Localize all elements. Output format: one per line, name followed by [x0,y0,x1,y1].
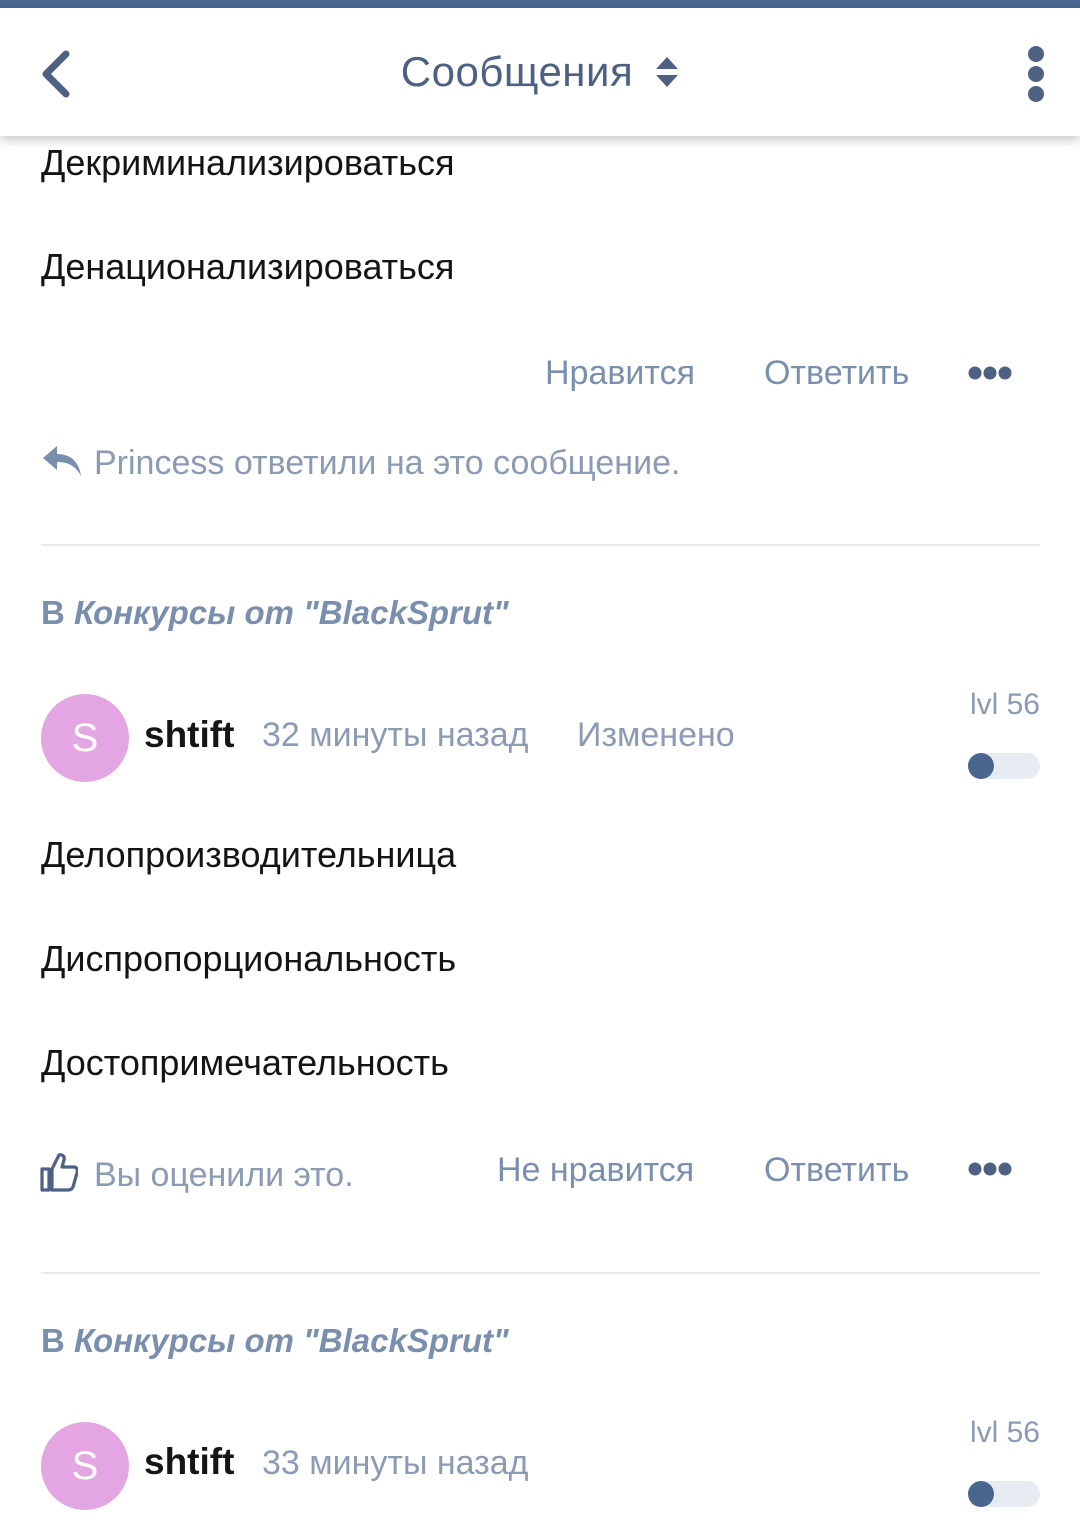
reply-note-link[interactable]: Princess ответили на это сообщение. [94,444,680,483]
section-prefix: В [41,594,65,631]
divider [41,544,1040,546]
post-text-line: Декриминализироваться [41,142,455,183]
page-title[interactable]: Сообщения [401,48,633,96]
avatar[interactable]: S [41,694,129,782]
divider [41,1272,1040,1274]
more-horizontal-icon[interactable] [968,366,1012,380]
reply-button[interactable]: Ответить [764,1151,909,1190]
section-link[interactable]: В Конкурсы от "BlackSprut" [41,1322,509,1360]
username-link[interactable]: shtift [144,714,234,756]
section-prefix: В [41,1322,65,1359]
status-accent-strip [0,0,1080,8]
username-link[interactable]: shtift [144,1441,234,1483]
post-text-line: Делопроизводительница [41,834,457,875]
overflow-menu-button[interactable] [1016,44,1056,104]
level-progress-fill [968,753,994,779]
rated-note: Вы оценили это. [94,1156,354,1194]
thumbs-up-icon [40,1152,79,1192]
unlike-button[interactable]: Не нравится [497,1151,694,1190]
reply-button[interactable]: Ответить [764,354,909,393]
post-text-line: Достопримечательность [41,1042,449,1083]
level-progress-fill [968,1481,994,1507]
message-feed[interactable]: Декриминализироваться Денационализироват… [0,136,1080,1526]
edited-label[interactable]: Изменено [577,716,735,755]
like-button[interactable]: Нравится [545,354,695,393]
level-label: lvl 56 [969,688,1040,721]
level-progress-bar [968,753,1040,779]
level-label: lvl 56 [969,1416,1040,1449]
more-horizontal-icon[interactable] [968,1162,1012,1176]
post-text-line: Диспропорциональность [41,938,457,979]
post-text-line: Денационализироваться [41,246,455,287]
avatar[interactable]: S [41,1422,129,1510]
vertical-dots-icon [1028,46,1044,102]
section-link[interactable]: В Конкурсы от "BlackSprut" [41,594,509,632]
post-timestamp[interactable]: 32 минуты назад [262,716,529,755]
app-header: Сообщения [0,8,1080,136]
post-timestamp[interactable]: 33 минуты назад [262,1444,529,1483]
header-title-group[interactable]: Сообщения [0,8,1080,136]
level-progress-bar [968,1481,1040,1507]
section-name[interactable]: Конкурсы от "BlackSprut" [74,594,509,631]
section-name[interactable]: Конкурсы от "BlackSprut" [74,1322,509,1359]
sort-updown-icon[interactable] [655,55,679,89]
reply-arrow-icon [41,442,83,482]
